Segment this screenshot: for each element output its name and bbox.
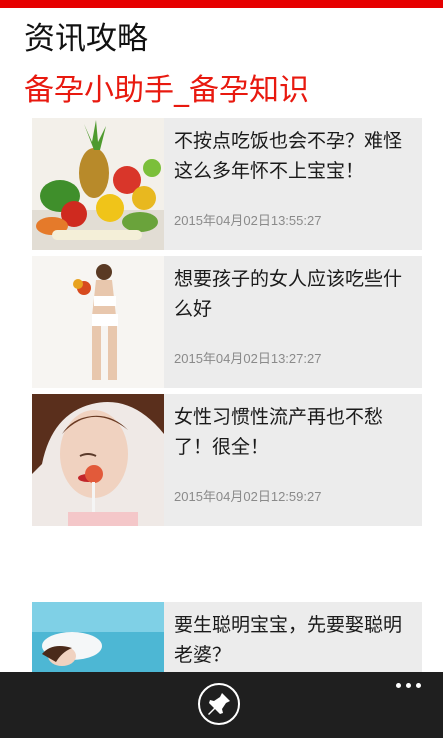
pin-icon xyxy=(208,693,230,715)
more-icon-dot xyxy=(416,683,421,688)
section-title: 备孕小助手_备孕知识 xyxy=(24,73,309,108)
more-icon-dot xyxy=(406,683,411,688)
article-thumbnail xyxy=(32,118,164,250)
more-icon xyxy=(396,683,401,688)
article-thumbnail xyxy=(32,394,164,526)
article-card[interactable]: 不按点吃饭也会不孕？难怪这么多年怀不上宝宝！ 2015年04月02日13:55:… xyxy=(32,118,422,250)
article-title: 想要孩子的女人应该吃些什么好 xyxy=(174,268,403,320)
top-accent-bar xyxy=(0,0,443,8)
article-title: 不按点吃饭也会不孕？难怪这么多年怀不上宝宝！ xyxy=(174,130,403,182)
app-title: 资讯攻略 xyxy=(24,21,148,57)
article-card[interactable]: 女性习惯性流产再也不愁了！很全！ 2015年04月02日12:59:27 xyxy=(32,394,422,526)
article-date: 2015年04月02日13:55:27 xyxy=(174,213,322,228)
article-card[interactable]: 想要孩子的女人应该吃些什么好 2015年04月02日13:27:27 xyxy=(32,256,422,388)
article-thumbnail xyxy=(32,256,164,388)
article-title: 要生聪明宝宝，先要娶聪明老婆？ xyxy=(174,614,403,666)
article-title: 女性习惯性流产再也不愁了！很全！ xyxy=(174,406,384,458)
article-date: 2015年04月02日12:59:27 xyxy=(174,489,322,504)
more-button[interactable] xyxy=(394,680,424,694)
article-date: 2015年04月02日13:27:27 xyxy=(174,351,322,366)
pin-button[interactable] xyxy=(198,683,240,725)
